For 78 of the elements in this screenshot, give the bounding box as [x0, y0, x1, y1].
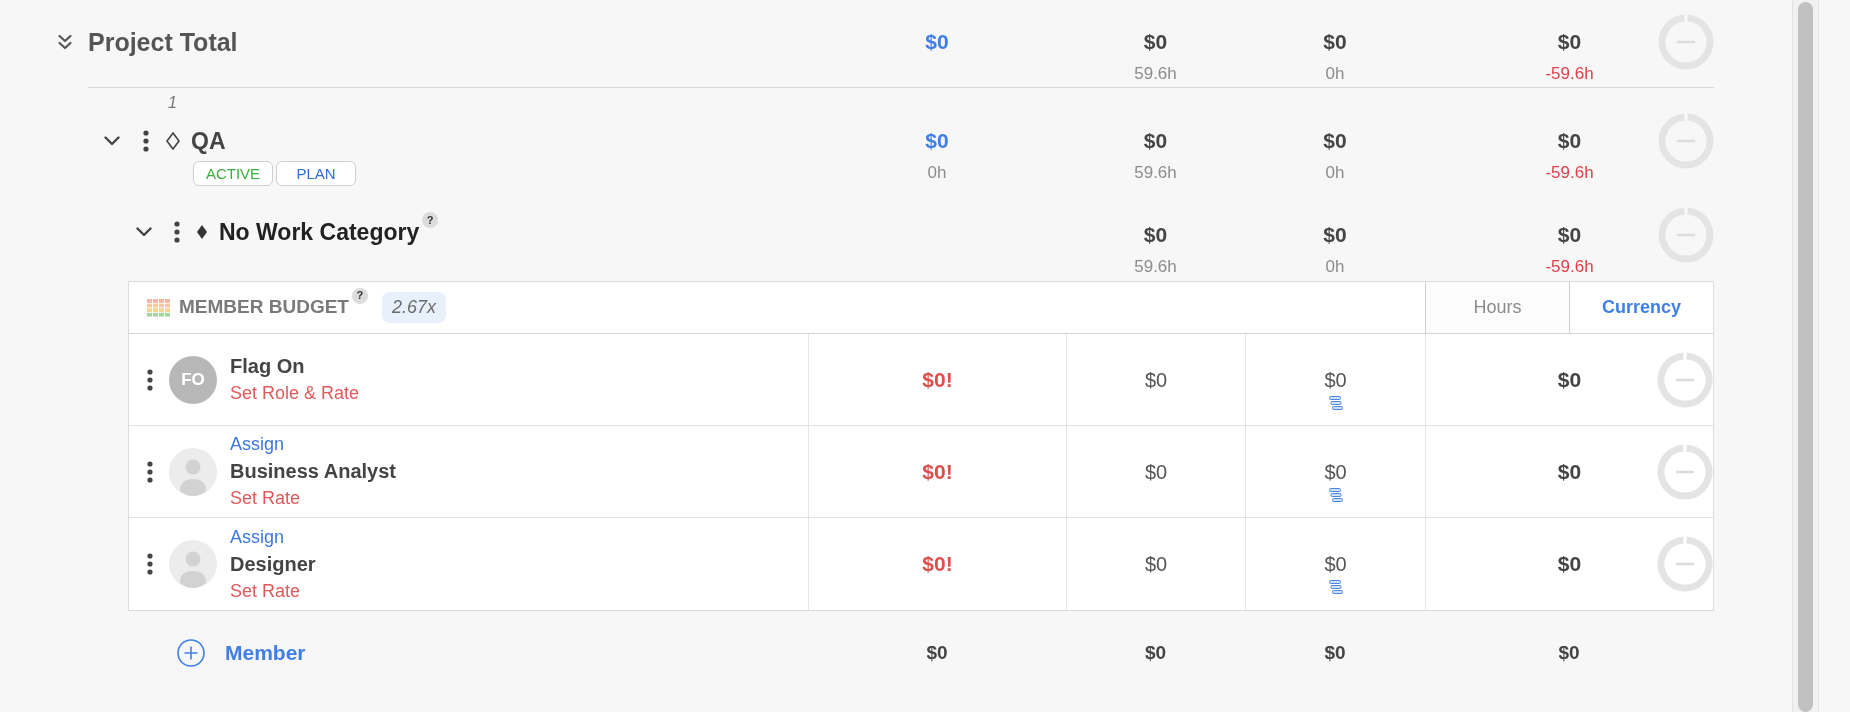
double-chevron-down-icon[interactable]	[57, 34, 73, 50]
amount-value: $0	[1144, 368, 1168, 393]
amount-value: $0	[925, 128, 949, 154]
member-budget-title: MEMBER BUDGET	[179, 295, 349, 320]
status-tag: PLAN	[276, 161, 356, 186]
chevron-down-icon[interactable]	[136, 227, 152, 237]
amount-value: $0	[1143, 222, 1168, 248]
multiplier-tag: 2.67x	[381, 292, 446, 323]
project-total-title: Project Total	[88, 27, 238, 58]
chevron-down-icon[interactable]	[104, 136, 120, 146]
amount-value: $0	[1144, 552, 1168, 577]
total-amount: $0	[926, 641, 948, 665]
stacked-bars-icon[interactable]	[1328, 396, 1343, 410]
amount-value: $0!	[922, 367, 953, 393]
amount-value: $0	[1324, 460, 1347, 485]
amount-value: $0	[1557, 551, 1582, 577]
diamond-outline-icon	[166, 132, 180, 150]
kebab-menu-icon[interactable]	[143, 130, 149, 152]
hours-value: 59.6h	[1134, 63, 1177, 85]
amount-value: $0	[1143, 29, 1168, 55]
kebab-menu-icon[interactable]	[147, 460, 153, 483]
assign-link[interactable]: Assign	[230, 431, 285, 458]
amount-value: $0!	[922, 459, 953, 485]
member-name: Designer	[230, 551, 316, 577]
amount-value: $0!	[922, 551, 953, 577]
table-grid-icon	[147, 298, 171, 317]
avatar: FO	[169, 355, 217, 404]
amount-value: $0	[1557, 459, 1582, 485]
progress-ring-icon	[1658, 207, 1714, 263]
total-amount: $0	[1558, 641, 1580, 665]
diamond-icon	[197, 225, 207, 239]
member-name: Business Analyst	[230, 459, 396, 484]
scrollbar-thumb[interactable]	[1798, 2, 1813, 712]
amount-value: $0	[1323, 128, 1347, 154]
amount-value: $0	[1144, 460, 1168, 485]
kebab-menu-icon[interactable]	[174, 221, 180, 243]
total-amount: $0	[1144, 641, 1167, 665]
hours-value: 59.6h	[1134, 162, 1177, 184]
amount-value: $0	[1557, 29, 1582, 55]
hours-value: -59.6h	[1545, 162, 1594, 184]
set-rate-link[interactable]: Set Rate	[230, 485, 301, 512]
help-mark[interactable]: ?	[351, 287, 368, 304]
kebab-menu-icon[interactable]	[147, 553, 153, 575]
set-rate-link[interactable]: Set Rate	[230, 577, 301, 605]
help-mark[interactable]: ?	[422, 212, 439, 228]
hours-value: 0h	[1325, 162, 1345, 184]
amount-value: $0	[1323, 222, 1347, 248]
status-tag: ACTIVE	[193, 161, 273, 186]
hours-value: 0h	[1325, 256, 1345, 278]
amount-value: $0	[925, 29, 949, 55]
work-category-title: No Work Category	[219, 217, 420, 247]
amount-value: $0	[1324, 552, 1347, 577]
member-name: Flag On	[230, 353, 305, 379]
total-amount: $0	[1324, 641, 1346, 665]
hours-value: 59.6h	[1134, 256, 1177, 278]
avatar-placeholder-icon	[169, 540, 217, 588]
amount-value: $0	[1557, 367, 1582, 393]
phase-number: 1	[168, 94, 177, 111]
progress-ring-icon	[1658, 14, 1714, 70]
hours-value: 0h	[1325, 63, 1345, 85]
hours-value: -59.6h	[1545, 63, 1594, 85]
amount-value: $0	[1323, 29, 1347, 55]
stacked-bars-icon[interactable]	[1328, 580, 1343, 594]
hours-value: -59.6h	[1545, 256, 1594, 278]
hours-value: 0h	[927, 162, 947, 184]
amount-value: $0	[1557, 128, 1582, 154]
amount-value: $0	[1324, 368, 1347, 393]
stacked-bars-icon[interactable]	[1328, 488, 1343, 502]
plus-circle-icon	[177, 639, 205, 667]
amount-value: $0	[1143, 128, 1168, 154]
assign-link[interactable]: Assign	[230, 523, 285, 551]
amount-value: $0	[1557, 222, 1582, 248]
avatar-placeholder-icon	[169, 447, 217, 496]
progress-ring-icon	[1658, 113, 1714, 169]
kebab-menu-icon[interactable]	[147, 368, 153, 391]
set-rate-link[interactable]: Set Role & Rate	[230, 379, 360, 407]
phase-title: QA	[191, 126, 226, 156]
add-member-button[interactable]: Member	[177, 635, 306, 671]
